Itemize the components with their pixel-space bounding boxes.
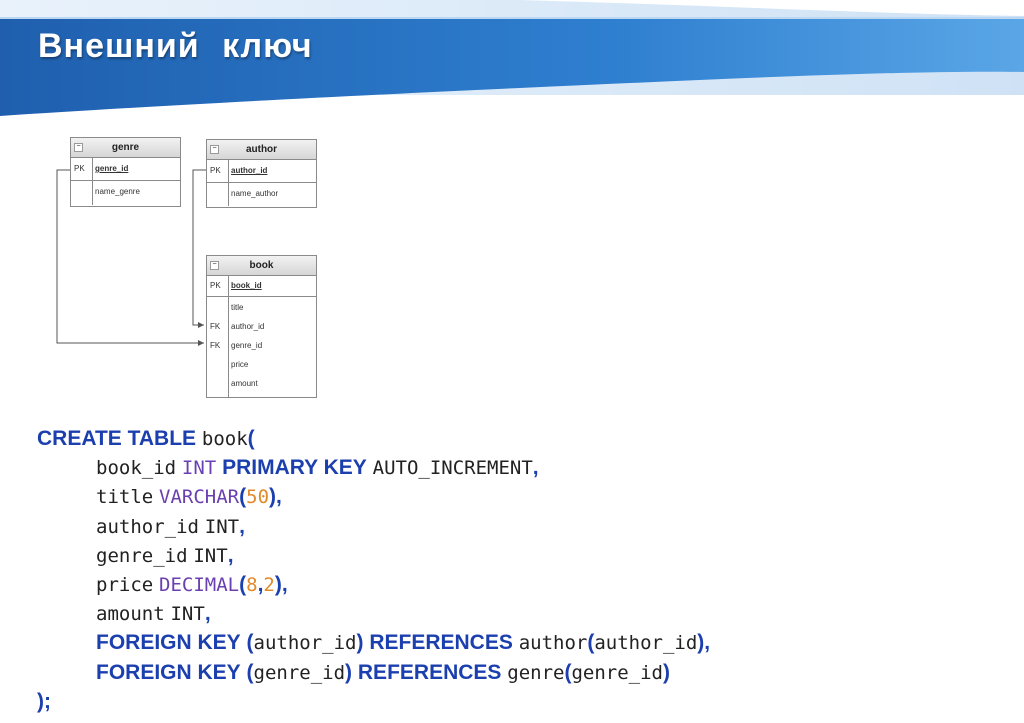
punctuation: , <box>532 456 539 480</box>
sql-code-block: CREATE TABLE book( book_id INT PRIMARY K… <box>37 424 710 716</box>
column-name: genre_id <box>96 544 188 567</box>
sql-keyword: FOREIGN KEY <box>96 660 241 684</box>
sql-keyword: PRIMARY KEY <box>222 456 367 480</box>
entity-genre[interactable]: − genre PK genre_id name_genre <box>70 137 181 207</box>
punctuation: ), <box>269 485 282 509</box>
code-line: author_id INT, <box>37 512 710 541</box>
field-name: author_id <box>231 322 265 331</box>
pk-row: PK author_id <box>207 160 316 183</box>
code-line: genre_id INT, <box>37 541 710 570</box>
field-name: author_id <box>231 166 268 175</box>
field-name: name_author <box>231 189 279 198</box>
field-name: book_id <box>231 281 262 290</box>
punctuation: ), <box>274 572 288 596</box>
code-line: CREATE TABLE book( <box>37 424 710 453</box>
punctuation: , <box>227 543 234 567</box>
punctuation: ( <box>247 427 255 450</box>
code-line: ); <box>37 687 710 716</box>
field-row: name_author <box>207 183 316 206</box>
code-line: FOREIGN KEY (genre_id) REFERENCES genre(… <box>37 658 710 687</box>
entity-name: genre <box>111 142 140 153</box>
table-name: book <box>201 428 248 450</box>
punctuation: ( <box>246 631 254 655</box>
column-name: author_id <box>96 515 199 538</box>
data-type: INT <box>204 515 240 538</box>
code-line: price DECIMAL(8,2), <box>37 570 710 599</box>
collapse-icon[interactable]: − <box>74 143 83 152</box>
fk-label: FK <box>210 322 221 331</box>
data-type: INT <box>170 603 205 626</box>
collapse-icon[interactable]: − <box>210 145 219 154</box>
punctuation: ) <box>356 631 364 655</box>
field-name: title <box>231 303 244 312</box>
entity-header: − author <box>207 140 316 160</box>
number: 8 <box>246 573 258 596</box>
field-name: genre_id <box>231 341 263 350</box>
entity-author[interactable]: − author PK author_id name_author <box>206 139 317 208</box>
entity-name: author <box>245 144 278 155</box>
data-type: INT <box>193 544 228 567</box>
modifier: AUTO_INCREMENT <box>372 457 533 480</box>
number: 2 <box>263 573 275 596</box>
field-name: genre_id <box>95 164 129 173</box>
pk-row: PK book_id <box>207 276 316 297</box>
relationship-lines <box>56 169 207 346</box>
column-name: genre_id <box>253 661 346 684</box>
column-name: price <box>96 573 154 596</box>
pk-label: PK <box>210 281 221 290</box>
code-line: amount INT, <box>37 599 710 628</box>
field-name: price <box>231 360 249 369</box>
field-name: name_genre <box>95 187 140 196</box>
collapse-icon[interactable]: − <box>210 261 219 270</box>
field-row: name_genre <box>71 181 180 205</box>
entity-name: book <box>249 260 274 271</box>
column-name: author_id <box>253 632 357 655</box>
table-name: author <box>518 632 588 655</box>
number: 50 <box>246 486 270 509</box>
punctuation: ( <box>246 660 254 684</box>
entity-header: − genre <box>71 138 180 158</box>
er-diagram: − genre PK genre_id name_genre − author … <box>0 0 1024 420</box>
field-list: title FK author_id FK genre_id price amo… <box>207 297 316 397</box>
punctuation: , <box>204 602 211 626</box>
column-name: amount <box>96 603 165 626</box>
table-name: genre <box>507 661 565 684</box>
punctuation: ) <box>345 660 353 684</box>
sql-keyword: REFERENCES <box>369 631 513 655</box>
sql-keyword: REFERENCES <box>357 660 502 684</box>
punctuation: ) <box>662 660 670 684</box>
fk-label: FK <box>210 341 221 350</box>
entity-header: − book <box>207 256 316 276</box>
sql-keyword: CREATE TABLE <box>37 427 197 450</box>
column-name: author_id <box>594 632 698 655</box>
code-line: FOREIGN KEY (author_id) REFERENCES autho… <box>37 628 710 657</box>
column-name: book_id <box>96 457 177 480</box>
column-name: title <box>96 486 154 509</box>
data-type: DECIMAL <box>159 573 240 596</box>
code-line: book_id INT PRIMARY KEY AUTO_INCREMENT, <box>37 453 710 482</box>
code-line: title VARCHAR(50), <box>37 482 710 511</box>
column-name: genre_id <box>571 661 663 684</box>
punctuation: ); <box>37 689 51 713</box>
data-type: VARCHAR <box>159 486 240 509</box>
pk-row: PK genre_id <box>71 158 180 181</box>
entity-book[interactable]: − book PK book_id title FK author_id FK … <box>206 255 317 398</box>
pk-label: PK <box>210 166 221 175</box>
sql-keyword: FOREIGN KEY <box>96 631 241 655</box>
field-name: amount <box>231 379 258 388</box>
punctuation: , <box>239 514 245 538</box>
data-type: INT <box>181 457 217 480</box>
punctuation: ), <box>697 631 711 655</box>
pk-label: PK <box>74 164 85 173</box>
